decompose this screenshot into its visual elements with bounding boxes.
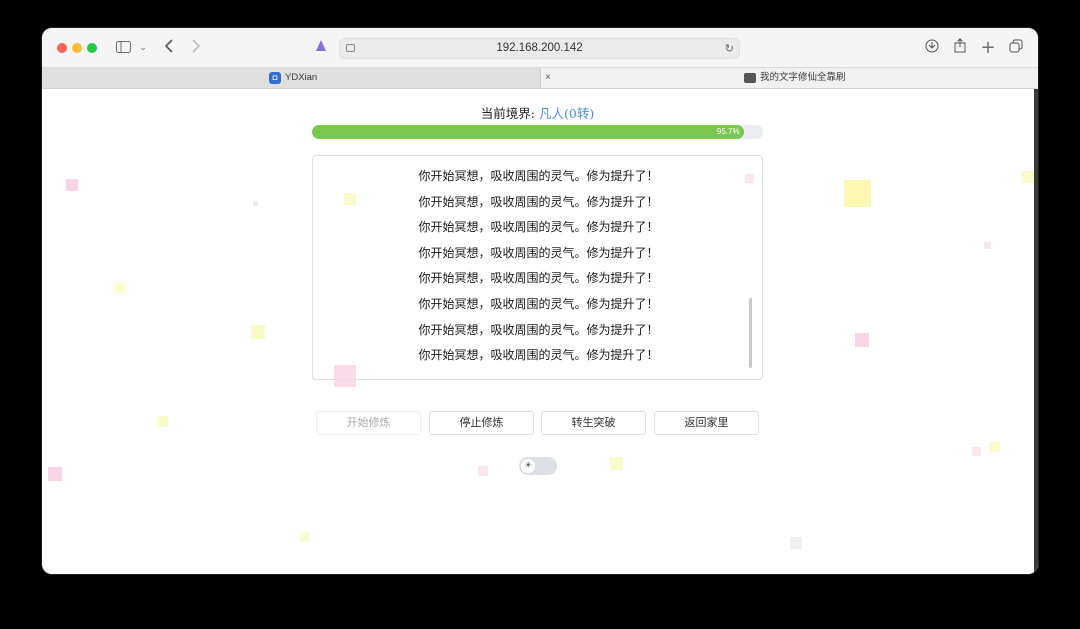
log-line: 你开始冥想，吸收周围的灵气。修为提升了！	[418, 194, 659, 209]
realm-label: 当前境界:	[480, 106, 535, 121]
address-url[interactable]: 192.168.200.142	[340, 39, 739, 58]
start-cultivation-button[interactable]: 开始修炼	[316, 411, 421, 435]
browser-toolbar: ⌄ 192.168.200.142 ↻ +	[42, 28, 1038, 68]
decorative-square	[984, 242, 991, 249]
log-line: 你开始冥想，吸收周围的灵气。修为提升了！	[418, 220, 659, 235]
address-bar[interactable]: 192.168.200.142 ↻	[339, 38, 740, 59]
tab-overview-icon[interactable]	[1008, 38, 1024, 58]
log-line: 你开始冥想，吸收周围的灵气。修为提升了！	[418, 169, 659, 183]
decorative-square	[115, 283, 125, 293]
decorative-square	[855, 333, 869, 347]
browser-window: ⌄ 192.168.200.142 ↻ + ◘ YDXian × 我的文字修仙全…	[42, 28, 1038, 574]
site-favicon-icon: ◘	[269, 72, 281, 84]
tab-title: 我的文字修仙全靠刷	[760, 72, 846, 83]
forward-arrow-icon[interactable]	[189, 38, 203, 58]
log-line: 你开始冥想，吸收周围的灵气。修为提升了！	[418, 348, 659, 363]
tab-bar: ◘ YDXian × 我的文字修仙全靠刷	[42, 68, 1038, 89]
decorative-square	[157, 416, 168, 427]
decorative-square	[990, 442, 1000, 452]
decorative-square	[478, 466, 488, 476]
rebirth-breakthrough-button[interactable]: 转生突破	[541, 411, 646, 435]
share-icon[interactable]	[952, 38, 968, 58]
decorative-square	[251, 325, 265, 339]
privacy-shield-icon[interactable]	[314, 38, 328, 58]
new-tab-icon[interactable]: +	[980, 38, 996, 58]
decorative-square	[300, 532, 310, 542]
current-realm: 当前境界: 凡人(0转)	[312, 103, 763, 122]
tab-close-icon[interactable]: ×	[545, 68, 551, 88]
log-line: 你开始冥想，吸收周围的灵气。修为提升了！	[418, 297, 659, 311]
tab-title: YDXian	[285, 72, 318, 83]
decorative-square	[66, 179, 78, 191]
downloads-icon[interactable]	[924, 38, 940, 58]
progress-fill: 95.7%	[312, 125, 744, 139]
zoom-window-button[interactable]	[87, 43, 97, 53]
reload-icon[interactable]: ↻	[725, 39, 734, 58]
page-content: 当前境界: 凡人(0转) 95.7% 你开始冥想，吸收周围的灵气。修为提升了！你…	[42, 89, 1038, 574]
decorative-square	[48, 467, 62, 481]
sidebar-icon[interactable]	[115, 38, 131, 58]
cultivation-log[interactable]: 你开始冥想，吸收周围的灵气。修为提升了！ 你开始冥想，吸收周围的灵气。修为提升了！…	[312, 155, 763, 380]
realm-value: 凡人(0转)	[538, 106, 595, 121]
stop-cultivation-button[interactable]: 停止修炼	[429, 411, 534, 435]
theme-toggle[interactable]: ☀	[519, 457, 557, 475]
decorative-square	[844, 180, 871, 207]
decorative-square	[253, 201, 258, 206]
cultivation-progress-bar: 95.7%	[312, 125, 763, 139]
site-favicon-icon	[744, 73, 756, 83]
tab-cultivation-game[interactable]: × 我的文字修仙全靠刷	[540, 68, 1038, 88]
return-home-button[interactable]: 返回家里	[654, 411, 759, 435]
log-line: 你开始冥想，吸收周围的灵气。修为提升了！	[418, 245, 659, 260]
log-line: 你开始冥想，吸收周围的灵气。修为提升了！	[418, 271, 659, 286]
minimize-window-button[interactable]	[72, 43, 82, 53]
log-line: 你开始冥想，吸收周围的灵气。修为提升了！	[418, 322, 659, 337]
sun-icon: ☀	[521, 459, 535, 473]
decorative-square	[610, 457, 623, 470]
back-arrow-icon[interactable]	[162, 38, 176, 58]
chevron-down-icon[interactable]: ⌄	[138, 38, 148, 58]
decorative-square	[972, 447, 981, 456]
progress-percent-text: 95.7%	[716, 127, 740, 136]
decorative-square	[790, 537, 802, 549]
close-window-button[interactable]	[57, 43, 67, 53]
decorative-square	[1022, 171, 1034, 183]
page-scrollbar[interactable]	[1034, 89, 1038, 574]
tab-ydxian[interactable]: ◘ YDXian	[42, 68, 540, 88]
